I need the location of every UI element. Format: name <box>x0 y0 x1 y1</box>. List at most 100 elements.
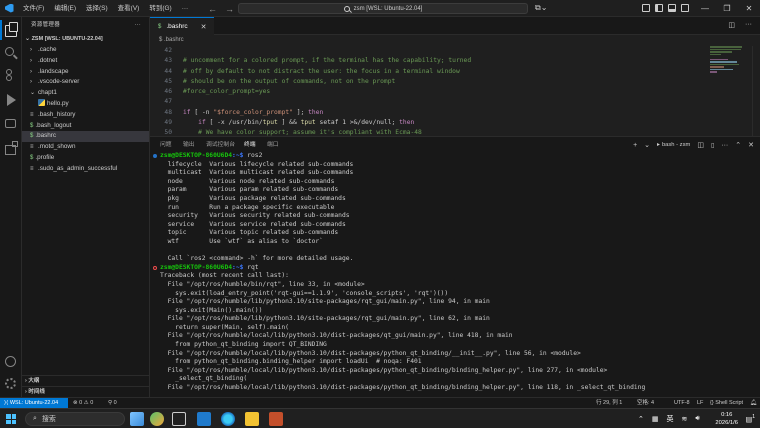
source-control-icon[interactable] <box>5 69 17 81</box>
layout-customize-icon[interactable] <box>642 4 650 12</box>
tree-item[interactable]: › .dotnet <box>22 56 149 67</box>
extensions-icon[interactable] <box>5 141 18 155</box>
split-editor-icon[interactable]: ◫ <box>728 21 735 29</box>
gear-icon[interactable] <box>5 378 16 389</box>
tree-item[interactable]: $ .profile <box>22 153 149 164</box>
tree-item[interactable]: › .vscode-server <box>22 77 149 88</box>
close-panel-icon[interactable]: ✕ <box>748 141 754 149</box>
minimap[interactable] <box>710 46 746 136</box>
windows-start-icon[interactable] <box>6 414 16 424</box>
trash-icon[interactable]: ▯ <box>711 142 714 149</box>
more-actions-icon[interactable]: ··· <box>745 21 752 29</box>
more-actions-icon[interactable]: ··· <box>721 142 728 149</box>
app-tray-icon[interactable]: ▦ <box>652 415 659 423</box>
explorer-icon[interactable] <box>5 22 18 37</box>
notification-icon[interactable]: ▤1 <box>746 414 755 423</box>
menu-selection[interactable]: 选择(S) <box>81 0 113 17</box>
wifi-icon[interactable]: ≋ <box>682 415 688 423</box>
breadcrumb[interactable]: $ .bashrc <box>150 35 760 46</box>
ime-indicator[interactable]: 英 <box>667 414 674 424</box>
problems-status[interactable]: ⊗ 0 ⚠ 0 <box>73 398 93 408</box>
chevron-down-icon[interactable]: ⌄ <box>644 141 650 149</box>
tree-item[interactable]: hello.py <box>22 98 149 110</box>
close-icon[interactable]: ✕ <box>201 23 207 31</box>
cursor-position[interactable]: 行 29, 列 1 <box>596 398 622 408</box>
new-terminal-icon[interactable]: + <box>633 142 637 149</box>
forward-arrow-icon[interactable]: → <box>225 4 234 14</box>
menu-file[interactable]: 文件(F) <box>18 0 49 17</box>
timeline-section[interactable]: › 时间线 <box>22 386 150 397</box>
menu-more[interactable]: ··· <box>177 0 194 17</box>
shell-file-icon: $ <box>30 154 34 161</box>
tree-item[interactable]: › .landscape <box>22 67 149 78</box>
tab-debug-console[interactable]: 调试控制台 <box>206 137 235 153</box>
maximize-panel-icon[interactable]: ⌃ <box>735 141 741 149</box>
outline-section[interactable]: › 大纲 <box>22 375 150 386</box>
panel-tab-bar: 问题 输出 调试控制台 终端 端口 + ⌄ ▸ bash - zsm ◫ ▯ ·… <box>150 136 760 153</box>
error-count: 0 <box>79 400 83 406</box>
tree-item[interactable]: ≡ .bash_history <box>22 110 149 121</box>
chevron-up-icon[interactable]: ⌃ <box>638 415 644 423</box>
vscode-taskbar-icon[interactable] <box>197 412 211 428</box>
terminal-line: File "/opt/ros/humble/lib/python3.10/sit… <box>160 315 490 323</box>
indentation[interactable]: 空格: 4 <box>637 398 654 408</box>
prompt-path: :~$ <box>232 152 244 159</box>
end-of-line[interactable]: LF <box>697 398 703 408</box>
tree-item[interactable]: ≡ .sudo_as_admin_successful <box>22 164 149 175</box>
back-arrow-icon[interactable]: ← <box>208 4 217 14</box>
taskbar-search-box[interactable]: ⌕ 搜索 <box>25 412 125 426</box>
tree-item[interactable]: $ .bash_logout <box>22 121 149 132</box>
game-app-icon[interactable] <box>150 412 164 426</box>
toggle-secondary-sidebar-icon[interactable] <box>681 4 689 12</box>
language-mode[interactable]: {} Shell Script <box>710 398 743 408</box>
clock[interactable]: 0:16 2026/1/6 <box>715 411 738 427</box>
braces-icon: {} <box>710 400 714 406</box>
volume-icon[interactable]: 🔊︎ <box>695 415 699 423</box>
edge-browser-icon[interactable] <box>221 412 235 426</box>
app-icon[interactable] <box>269 412 283 426</box>
file-explorer-icon[interactable] <box>245 412 259 426</box>
command-center[interactable]: zsm [WSL: Ubuntu-22.04] <box>238 3 528 14</box>
search-view-icon[interactable] <box>5 47 14 56</box>
ports-status[interactable]: ⚲ 0 <box>108 398 117 408</box>
run-debug-icon[interactable] <box>7 94 16 106</box>
tab-bashrc[interactable]: $ .bashrc ✕ <box>150 17 214 35</box>
task-view-icon[interactable] <box>172 412 186 426</box>
toggle-sidebar-icon[interactable] <box>655 4 663 12</box>
tree-item[interactable]: › .cache <box>22 45 149 56</box>
tab-ports[interactable]: 端口 <box>267 137 279 153</box>
active-indicator <box>0 20 2 40</box>
terminal-output[interactable]: zsm@DESKTOP-860U6D4:~$ ros2 lifecycle Va… <box>150 152 760 397</box>
tab-problems[interactable]: 问题 <box>160 137 172 153</box>
menu-edit[interactable]: 编辑(E) <box>49 0 81 17</box>
command-decoration-icon[interactable] <box>153 265 157 270</box>
terminal-selector[interactable]: ▸ bash - zsm <box>657 142 690 148</box>
menu-go[interactable]: 转到(G) <box>144 0 176 17</box>
toggle-panel-icon[interactable] <box>668 4 676 12</box>
widgets-icon[interactable] <box>130 412 144 426</box>
command-center-label: zsm [WSL: Ubuntu-22.04] <box>353 5 423 12</box>
restore-icon[interactable]: ❐ <box>716 0 738 17</box>
activity-bar <box>0 17 22 397</box>
encoding[interactable]: UTF-8 <box>674 398 690 408</box>
split-terminal-icon[interactable]: ◫ <box>697 141 704 149</box>
explorer-more-icon[interactable]: ··· <box>135 17 141 34</box>
tree-item-label: .sudo_as_admin_successful <box>38 164 118 172</box>
bell-icon[interactable]: 🔔︎ <box>750 398 757 408</box>
tree-item[interactable]: ≡ .motd_shown <box>22 142 149 153</box>
close-window-icon[interactable]: ✕ <box>738 0 760 17</box>
account-icon[interactable] <box>5 356 16 367</box>
tree-item[interactable]: $ .bashrc <box>22 131 149 143</box>
editor-scrollbar[interactable] <box>752 46 760 136</box>
tab-terminal[interactable]: 终端 <box>244 137 256 153</box>
tab-output[interactable]: 输出 <box>183 137 195 153</box>
command-decoration-icon[interactable] <box>153 154 157 158</box>
line-number: 47 <box>164 98 172 106</box>
copilot-icon[interactable]: ⧉⌄ <box>535 3 547 13</box>
remote-explorer-icon[interactable] <box>5 119 16 128</box>
menu-view[interactable]: 查看(V) <box>113 0 145 17</box>
workspace-section[interactable]: ⌄ ZSM [WSL: UBUNTU-22.04] <box>22 34 149 45</box>
code-editor[interactable]: 42 43 # uncomment for a colored prompt, if… <box>150 46 760 136</box>
tree-item[interactable]: ⌄ chapt1 <box>22 88 149 99</box>
minimize-icon[interactable]: — <box>694 0 716 17</box>
